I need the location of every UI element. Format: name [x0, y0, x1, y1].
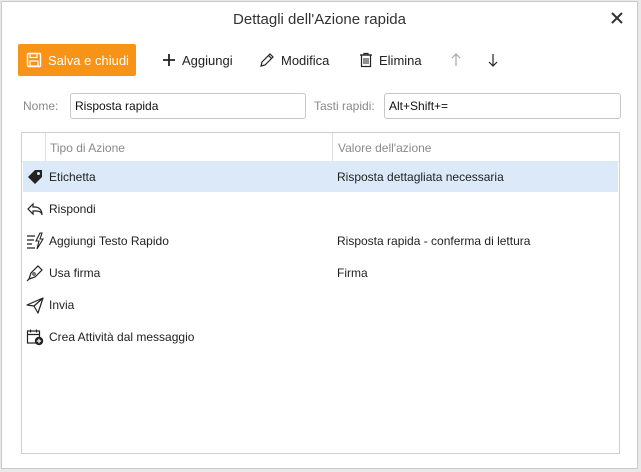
- action-type: Crea Attività dal messaggio: [49, 330, 195, 344]
- quick-action-dialog: Dettagli dell'Azione rapida Salva e chiu…: [1, 1, 638, 469]
- quick-text-icon: [27, 232, 44, 250]
- actions-table: Tipo di Azione Valore dell'azione Etiche…: [21, 132, 620, 454]
- table-row[interactable]: Etichetta Risposta dettagliata necessari…: [23, 161, 618, 192]
- send-icon: [26, 297, 44, 314]
- delete-label: Elimina: [379, 52, 422, 68]
- table-row[interactable]: Usa firma Firma: [23, 257, 618, 288]
- action-type: Usa firma: [49, 266, 101, 280]
- table-row[interactable]: Rispondi: [23, 193, 618, 224]
- close-icon[interactable]: [609, 10, 625, 26]
- delete-button[interactable]: Elimina: [359, 44, 422, 76]
- column-header-type[interactable]: Tipo di Azione: [50, 141, 125, 155]
- table-row[interactable]: Invia: [23, 289, 618, 320]
- edit-button[interactable]: Modifica: [259, 44, 329, 76]
- column-divider: [332, 133, 333, 161]
- edit-label: Modifica: [281, 52, 330, 68]
- shortcut-input[interactable]: [384, 93, 621, 119]
- pencil-icon: [260, 53, 274, 67]
- move-up-icon[interactable]: [448, 44, 464, 76]
- save-icon: [26, 52, 42, 68]
- action-type: Invia: [49, 298, 75, 312]
- action-type: Aggiungi Testo Rapido: [49, 234, 169, 248]
- plus-icon: [163, 54, 175, 66]
- action-value: Risposta rapida - conferma di lettura: [337, 234, 531, 248]
- tag-icon: [28, 170, 42, 184]
- reply-icon: [27, 202, 43, 216]
- add-button[interactable]: Aggiungi: [162, 44, 233, 76]
- name-input[interactable]: [70, 93, 306, 119]
- toolbar: Salva e chiudi Aggiungi Modifica Elimina: [18, 44, 621, 76]
- action-value: Risposta dettagliata necessaria: [337, 170, 504, 184]
- table-header: Tipo di Azione Valore dell'azione: [22, 133, 619, 162]
- column-header-value[interactable]: Valore dell'azione: [338, 141, 431, 155]
- column-divider: [45, 133, 46, 161]
- action-type: Etichetta: [49, 170, 96, 184]
- name-label: Nome:: [23, 99, 59, 113]
- move-down-icon[interactable]: [485, 44, 501, 76]
- table-row[interactable]: Aggiungi Testo Rapido Risposta rapida - …: [23, 225, 618, 256]
- add-label: Aggiungi: [182, 52, 233, 68]
- dialog-title: Dettagli dell'Azione rapida: [233, 11, 406, 28]
- calendar-add-icon: [26, 329, 44, 346]
- trash-icon: [360, 52, 372, 68]
- save-and-close-label: Salva e chiudi: [48, 52, 129, 68]
- table-row[interactable]: Crea Attività dal messaggio: [23, 321, 618, 352]
- save-and-close-button[interactable]: Salva e chiudi: [18, 44, 136, 76]
- action-value: Firma: [337, 266, 368, 280]
- shortcut-label: Tasti rapidi:: [314, 99, 375, 113]
- action-type: Rispondi: [49, 202, 96, 216]
- signature-pen-icon: [26, 265, 43, 282]
